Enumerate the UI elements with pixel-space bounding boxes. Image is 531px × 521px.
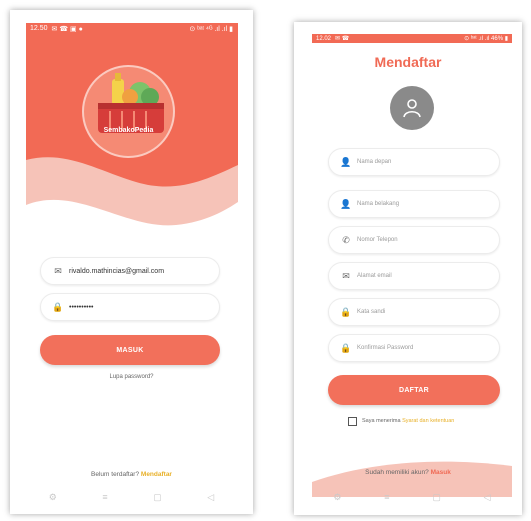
login-prompt: Sudah memiliki akun? Masuk bbox=[294, 469, 522, 476]
phone-icon: ✆ bbox=[342, 234, 350, 245]
lock-icon: 🔒 bbox=[340, 342, 352, 353]
login-button[interactable]: MASUK bbox=[40, 335, 220, 365]
nav-bar: ⚙ ≡ ▢ ◁ bbox=[312, 488, 512, 506]
menu-icon[interactable]: ≡ bbox=[102, 492, 107, 502]
status-icons: ⊙ ᵇᵃᵗ .ıl .ıl 46% ▮ bbox=[464, 36, 508, 42]
phone-field[interactable]: ✆ Nomor Telepon bbox=[328, 226, 500, 254]
first-name-field[interactable]: 👤 Nama depan bbox=[328, 148, 500, 176]
app-logo: SembakoPedia bbox=[82, 65, 175, 158]
password-value: •••••••••• bbox=[69, 303, 94, 311]
email-placeholder: Alamat email bbox=[357, 273, 392, 279]
settings-icon[interactable]: ⚙ bbox=[49, 492, 57, 503]
email-icon: ✉ bbox=[342, 270, 350, 281]
phone-placeholder: Nomor Telepon bbox=[357, 237, 398, 243]
lock-icon: 🔒 bbox=[340, 306, 352, 317]
settings-icon[interactable]: ⚙ bbox=[333, 492, 341, 503]
confirm-password-field[interactable]: 🔒 Konfirmasi Password bbox=[328, 334, 500, 362]
forgot-password-link[interactable]: Lupa password? bbox=[10, 374, 253, 380]
back-icon[interactable]: ◁ bbox=[207, 492, 214, 503]
person-icon: 👤 bbox=[340, 156, 352, 167]
register-screen: 12.02 ✉ ☎ ⊙ ᵇᵃᵗ .ıl .ıl 46% ▮ Mendaftar … bbox=[294, 22, 522, 515]
nav-bar: ⚙ ≡ ▢ ◁ bbox=[26, 488, 237, 506]
back-icon[interactable]: ◁ bbox=[484, 492, 491, 503]
status-time: 12.02 bbox=[316, 35, 332, 42]
grocery-basket-icon bbox=[98, 73, 164, 133]
terms-label: Saya menerima Syarat dan ketentuan bbox=[362, 418, 454, 424]
person-icon: 👤 bbox=[340, 198, 352, 209]
terms-text: Saya menerima bbox=[362, 418, 401, 424]
last-name-placeholder: Nama belakang bbox=[357, 201, 400, 207]
terms-checkbox[interactable] bbox=[348, 417, 357, 426]
logo-text: SembakoPedia bbox=[103, 127, 154, 134]
avatar[interactable] bbox=[390, 86, 434, 130]
register-prompt-text: Belum terdaftar? bbox=[91, 471, 140, 478]
user-icon bbox=[403, 99, 421, 118]
confirm-password-placeholder: Konfirmasi Password bbox=[357, 345, 414, 351]
menu-icon[interactable]: ≡ bbox=[384, 492, 389, 502]
last-name-field[interactable]: 👤 Nama belakang bbox=[328, 190, 500, 218]
email-field[interactable]: ✉ Alamat email bbox=[328, 262, 500, 290]
email-icon: ✉ bbox=[54, 265, 62, 276]
notification-icons: ✉ ☎ bbox=[335, 36, 350, 42]
notification-icons: ✉ ☎ ▣ ● bbox=[51, 25, 83, 33]
first-name-placeholder: Nama depan bbox=[357, 159, 392, 165]
status-icons: ⊙ ᵇᵃᵗ ⁴ᴳ .ıl .ıl ▮ bbox=[189, 25, 233, 33]
page-title: Mendaftar bbox=[374, 54, 442, 70]
email-field[interactable]: ✉ rivaldo.mathincias@gmail.com bbox=[40, 257, 220, 285]
status-time: 12.50 bbox=[30, 25, 48, 32]
login-link[interactable]: Masuk bbox=[431, 469, 451, 476]
email-value: rivaldo.mathincias@gmail.com bbox=[69, 267, 165, 275]
home-icon[interactable]: ▢ bbox=[153, 492, 162, 503]
login-prompt-text: Sudah memiliki akun? bbox=[365, 469, 429, 476]
terms-link[interactable]: Syarat dan ketentuan bbox=[402, 418, 454, 424]
register-prompt: Belum terdaftar? Mendaftar bbox=[10, 471, 253, 478]
register-button[interactable]: DAFTAR bbox=[328, 375, 500, 405]
home-icon[interactable]: ▢ bbox=[432, 492, 441, 503]
password-placeholder: Kata sandi bbox=[357, 309, 386, 315]
register-link[interactable]: Mendaftar bbox=[141, 471, 172, 478]
password-field[interactable]: 🔒 Kata sandi bbox=[328, 298, 500, 326]
status-bar: 12.02 ✉ ☎ ⊙ ᵇᵃᵗ .ıl .ıl 46% ▮ bbox=[312, 34, 512, 43]
lock-icon: 🔒 bbox=[52, 301, 64, 312]
login-screen: 12.50 ✉ ☎ ▣ ● ⊙ ᵇᵃᵗ ⁴ᴳ .ıl .ıl ▮ Sembako… bbox=[10, 10, 253, 514]
header-wave bbox=[26, 157, 238, 260]
status-bar: 12.50 ✉ ☎ ▣ ● ⊙ ᵇᵃᵗ ⁴ᴳ .ıl .ıl ▮ bbox=[26, 23, 237, 34]
password-field[interactable]: 🔒 •••••••••• bbox=[40, 293, 220, 321]
